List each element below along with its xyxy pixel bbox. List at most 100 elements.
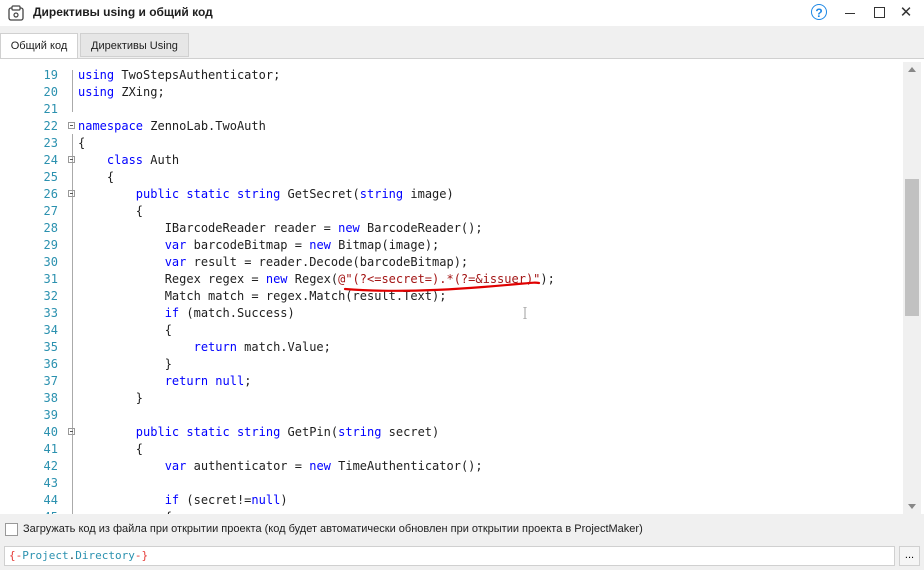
code-text: IBarcodeReader reader = new BarcodeReade… [78, 220, 483, 237]
path-word-directory: Directory [75, 549, 135, 562]
close-button[interactable]: ✕ [896, 3, 916, 23]
code-line: 28 IBarcodeReader reader = new BarcodeRe… [22, 220, 903, 237]
line-number: 38 [43, 391, 58, 405]
code-text: { [78, 169, 114, 186]
line-number: 22 [43, 119, 58, 133]
keyword-token: var [164, 238, 187, 252]
code-token: } [78, 357, 172, 371]
code-text: using TwoStepsAuthenticator; [78, 67, 280, 84]
code-line: 39 [22, 407, 903, 424]
code-line: 44 if (secret!=null) [22, 492, 903, 509]
code-line: 20 using ZXing; [22, 84, 903, 101]
line-number: 41 [43, 442, 58, 456]
code-token: { [78, 136, 86, 150]
code-token: { [78, 323, 172, 337]
maximize-button[interactable] [869, 3, 889, 23]
code-line: 23 { [22, 135, 903, 152]
help-icon[interactable]: ? [811, 4, 827, 20]
line-number: 33 [43, 306, 58, 320]
code-token: (match.Success) [179, 306, 295, 320]
code-line: 30 var result = reader.Decode(barcodeBit… [22, 254, 903, 271]
code-line: 42 var authenticator = new TimeAuthentic… [22, 458, 903, 475]
code-token: ZennoLab.TwoAuth [143, 119, 266, 133]
code-token: } [78, 391, 144, 405]
code-line: 29 var barcodeBitmap = new Bitmap(image)… [22, 237, 903, 254]
code-line: 38 } [22, 390, 903, 407]
window-title: Директивы using и общий код [33, 5, 213, 19]
code-token: { [78, 204, 144, 218]
code-token: TimeAuthenticator(); [330, 459, 483, 473]
code-token: authenticator = [186, 459, 310, 473]
fold-toggle-icon[interactable] [68, 156, 75, 163]
code-line: 25 { [22, 169, 903, 186]
code-token: Auth [143, 153, 180, 167]
fold-toggle-icon[interactable] [68, 190, 75, 197]
keyword-token: public static string [135, 187, 281, 201]
keyword-token: var [164, 255, 187, 269]
line-number: 19 [43, 68, 58, 82]
minimize-button[interactable] [840, 3, 860, 23]
code-line: 40 public static string GetPin(string se… [22, 424, 903, 441]
scroll-down-arrow-icon[interactable] [908, 504, 916, 509]
code-line: 33 if (match.Success) [22, 305, 903, 322]
code-token: BarcodeReader(); [359, 221, 483, 235]
code-token: ); [540, 272, 555, 286]
load-from-file-checkbox[interactable] [5, 523, 18, 536]
line-number: 32 [43, 289, 58, 303]
line-number: 30 [43, 255, 58, 269]
code-token: GetPin( [280, 425, 339, 439]
line-number: 21 [43, 102, 58, 116]
fold-toggle-icon[interactable] [68, 122, 75, 129]
tab-common-code[interactable]: Общий код [0, 33, 78, 59]
keyword-token: string [338, 425, 382, 439]
code-line: 36 } [22, 356, 903, 373]
code-line: 27 { [22, 203, 903, 220]
code-token: { [78, 170, 115, 184]
code-line: 35 return match.Value; [22, 339, 903, 356]
file-path-field[interactable]: {-Project.Directory-} [4, 546, 895, 566]
vertical-scrollbar[interactable] [903, 62, 921, 514]
line-number: 36 [43, 357, 58, 371]
keyword-token: null [251, 493, 281, 507]
code-token: secret) [381, 425, 440, 439]
code-text: var authenticator = new TimeAuthenticato… [78, 458, 483, 475]
code-text: { [78, 322, 172, 339]
scrollbar-thumb[interactable] [905, 179, 919, 316]
code-line: 37 return null; [22, 373, 903, 390]
code-token: ; [244, 374, 252, 388]
keyword-token: if [164, 306, 180, 320]
keyword-token: new [265, 272, 288, 286]
line-number: 31 [43, 272, 58, 286]
browse-button[interactable]: ... [899, 546, 920, 566]
code-text: return null; [78, 373, 252, 390]
line-number: 28 [43, 221, 58, 235]
code-line: 22 namespace ZennoLab.TwoAuth [22, 118, 903, 135]
code-text: var result = reader.Decode(barcodeBitmap… [78, 254, 468, 271]
code-token: image) [403, 187, 454, 201]
code-token: (secret!= [179, 493, 252, 507]
code-text: var barcodeBitmap = new Bitmap(image); [78, 237, 440, 254]
line-number: 43 [43, 476, 58, 490]
title-bar: Директивы using и общий код ? ✕ [0, 0, 924, 26]
code-token: GetSecret( [280, 187, 360, 201]
code-token: result = reader.Decode(barcodeBitmap); [186, 255, 469, 269]
code-text: if (match.Success) [78, 305, 295, 322]
line-number: 35 [43, 340, 58, 354]
keyword-token: if [164, 493, 180, 507]
tab-using-directives[interactable]: Директивы Using [80, 33, 189, 57]
code-line: 24 class Auth [22, 152, 903, 169]
code-text: public static string GetPin(string secre… [78, 424, 439, 441]
code-token: match.Value; [236, 340, 331, 354]
code-token: barcodeBitmap = [186, 238, 310, 252]
line-number: 44 [43, 493, 58, 507]
scroll-up-arrow-icon[interactable] [908, 67, 916, 72]
code-token: { [78, 442, 144, 456]
keyword-token: namespace [78, 119, 144, 133]
fold-toggle-icon[interactable] [68, 428, 75, 435]
line-number: 26 [43, 187, 58, 201]
code-text: } [78, 356, 172, 373]
